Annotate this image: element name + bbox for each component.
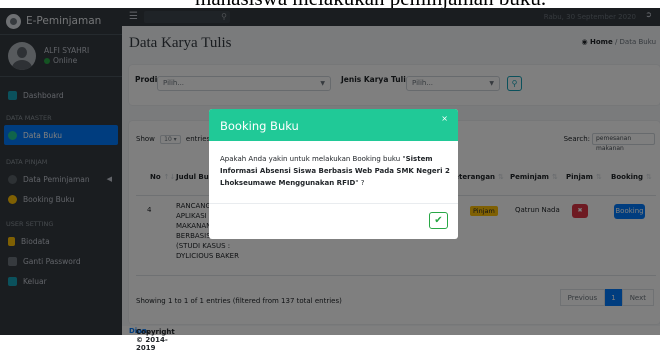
modal-message-suffix: " ? — [355, 179, 365, 187]
modal-message-prefix: Apakah Anda yakin untuk melakukan Bookin… — [220, 155, 406, 163]
modal-title: Booking Buku — [220, 119, 299, 133]
modal-divider — [209, 203, 458, 204]
confirm-button[interactable]: ✔ — [429, 212, 448, 229]
modal-header: Booking Buku × — [209, 109, 458, 141]
booking-modal: Booking Buku × Apakah Anda yakin untuk m… — [209, 109, 458, 239]
modal-body: Apakah Anda yakin untuk melakukan Bookin… — [220, 153, 452, 189]
document-caption: mahasiswa melakukan peminjaman buku. — [0, 0, 660, 8]
check-icon: ✔ — [434, 215, 443, 226]
caption-text: mahasiswa melakukan peminjaman buku. — [195, 0, 546, 8]
close-icon[interactable]: × — [441, 114, 448, 123]
